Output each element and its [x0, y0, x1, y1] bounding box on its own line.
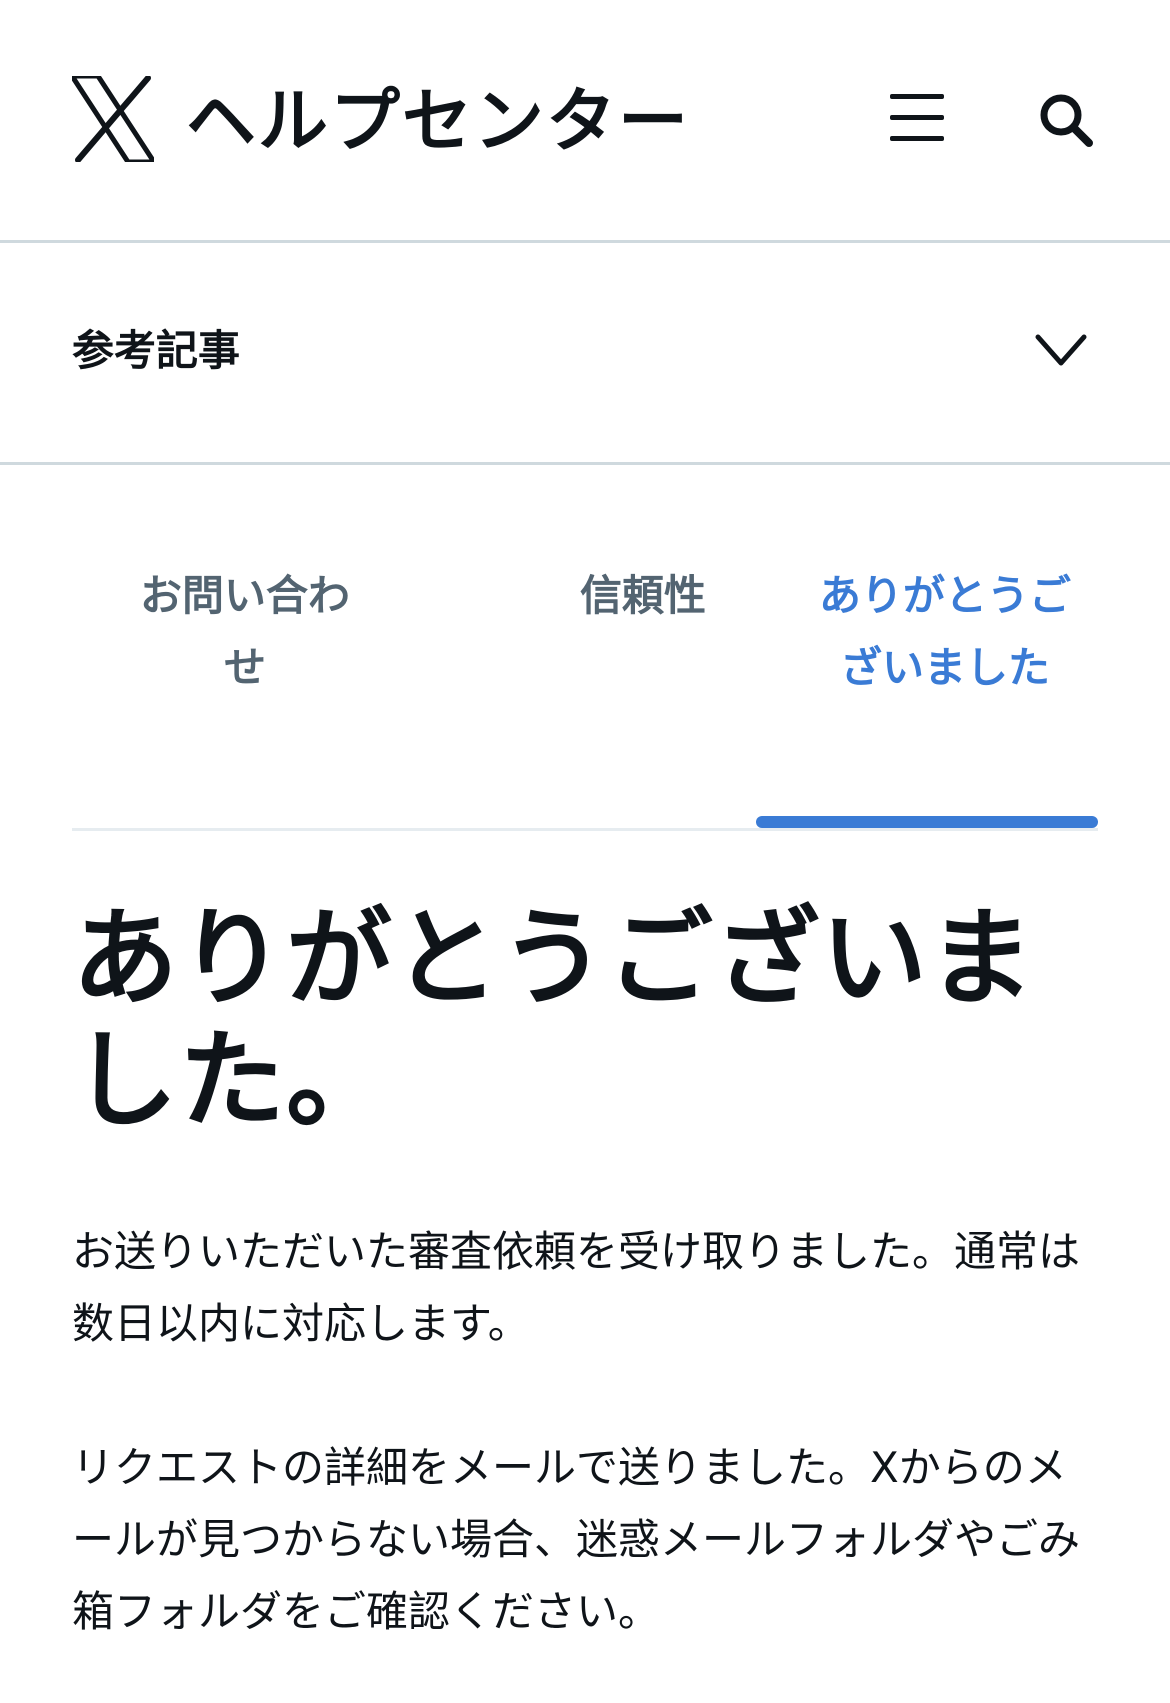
tab-contact[interactable]: お問い合わせ [130, 560, 360, 704]
tab-trust[interactable]: 信頼性 [498, 560, 788, 632]
step-tabs: お問い合わせ 信頼性 ありがとうございました [72, 560, 1098, 832]
search-icon[interactable] [1038, 92, 1094, 148]
chevron-down-icon[interactable] [1034, 331, 1088, 371]
page-title: ありがとうございました。 [72, 897, 1035, 1142]
hamburger-menu-icon[interactable] [888, 90, 946, 146]
active-tab-indicator [756, 816, 1098, 828]
email-info-paragraph: リクエストの詳細をメールで送りました。Xからのメールが見つからない場合、迷惑メー… [72, 1443, 1081, 1636]
related-articles-accordion[interactable]: 参考記事 [0, 243, 1170, 465]
tabs-divider [72, 828, 1098, 831]
site-header: ヘルプセンター [0, 0, 1170, 243]
help-center-title[interactable]: ヘルプセンター [186, 78, 690, 164]
tab-thank-you[interactable]: ありがとうございました [810, 560, 1080, 704]
x-logo-icon[interactable] [72, 76, 154, 162]
related-articles-label: 参考記事 [72, 326, 241, 375]
confirmation-paragraph: お送りいただいた審査依頼を受け取りました。通常は数日以内に対応します。 [72, 1227, 1081, 1348]
